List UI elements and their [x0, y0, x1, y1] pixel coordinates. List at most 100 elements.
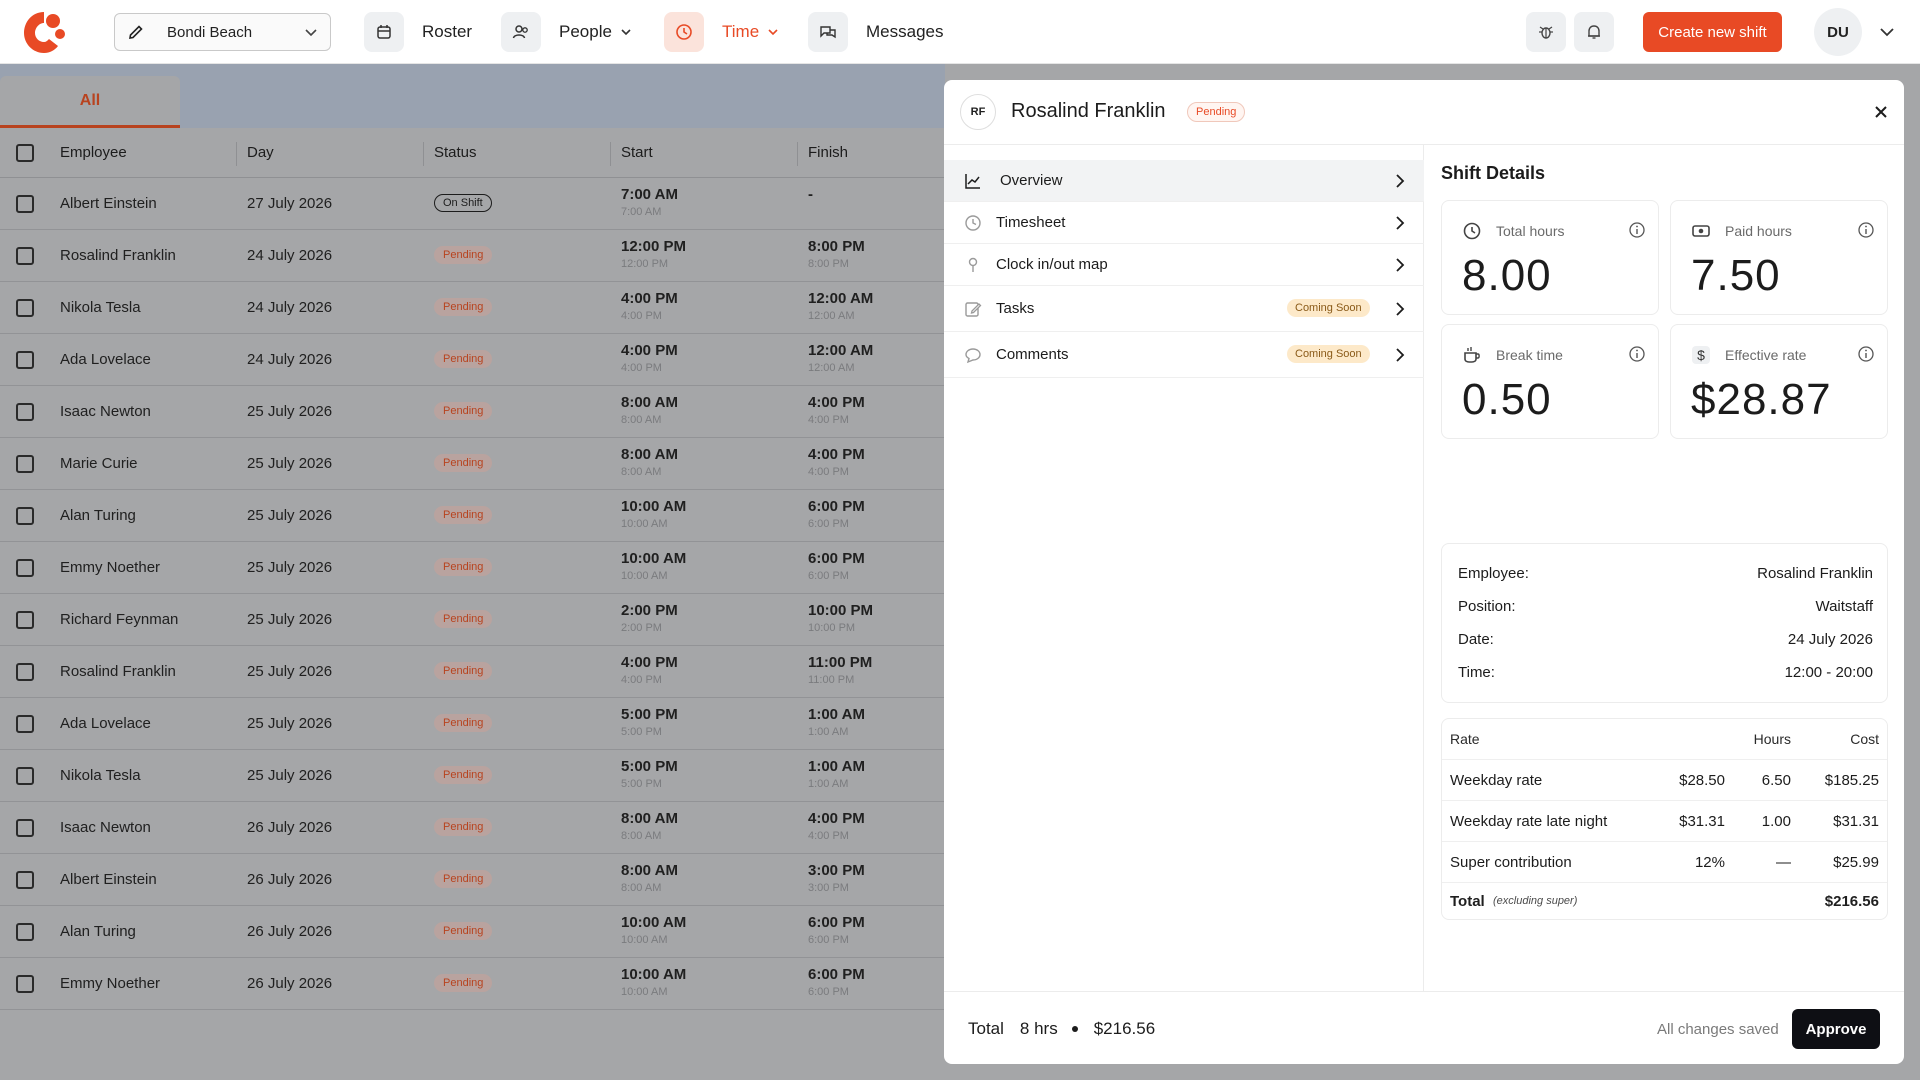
status-cell: Pending: [434, 609, 493, 628]
table-row[interactable]: Alan Turing 25 July 2026 Pending 10:00 AM 10…: [0, 490, 945, 542]
menu-clock-map[interactable]: Clock in/out map: [944, 244, 1424, 286]
start-time-actual: 8:00 AM: [621, 414, 662, 426]
start-time: 10:00 AM: [621, 498, 687, 515]
info-icon[interactable]: [1857, 345, 1875, 363]
column-finish[interactable]: Finish: [808, 144, 848, 161]
start-cell: 4:00 PM 4:00 PM: [621, 654, 678, 686]
table-row[interactable]: Albert Einstein 27 July 2026 On Shift 7:00 …: [0, 178, 945, 230]
location-select[interactable]: Bondi Beach: [114, 13, 331, 51]
app-logo[interactable]: [22, 8, 66, 56]
shift-detail-panel: RF Rosalind Franklin Pending Overview Ti…: [944, 80, 1904, 1064]
menu-tasks[interactable]: Tasks Coming Soon: [944, 286, 1424, 332]
status-badge: Pending: [1187, 102, 1246, 122]
row-checkbox[interactable]: [16, 247, 34, 265]
info-icon[interactable]: [1628, 345, 1646, 363]
info-icon[interactable]: [1857, 221, 1875, 239]
table-row[interactable]: Albert Einstein 26 July 2026 Pending 8:00 A…: [0, 854, 945, 906]
start-time-actual: 12:00 PM: [621, 258, 669, 270]
column-start[interactable]: Start: [621, 144, 653, 161]
footer-hours: 8 hrs: [1019, 1019, 1058, 1038]
notifications-button[interactable]: [1574, 12, 1614, 52]
start-cell: 8:00 AM 8:00 AM: [621, 446, 678, 478]
row-checkbox[interactable]: [16, 403, 34, 421]
chevron-down-icon[interactable]: [1879, 25, 1895, 39]
nav-roster[interactable]: Roster: [364, 11, 472, 53]
menu-timesheet[interactable]: Timesheet: [944, 202, 1424, 244]
menu-overview[interactable]: Overview: [944, 160, 1424, 202]
column-day[interactable]: Day: [247, 144, 274, 161]
table-row[interactable]: Emmy Noether 26 July 2026 Pending 10:00 AM 1…: [0, 958, 945, 1010]
table-row[interactable]: Alan Turing 26 July 2026 Pending 10:00 AM 10…: [0, 906, 945, 958]
row-checkbox[interactable]: [16, 351, 34, 369]
nav-time[interactable]: Time: [664, 11, 779, 53]
table-row[interactable]: Marie Curie 25 July 2026 Pending 8:00 AM 8:0…: [0, 438, 945, 490]
table-row[interactable]: Emmy Noether 25 July 2026 Pending 10:00 AM 1…: [0, 542, 945, 594]
row-checkbox[interactable]: [16, 767, 34, 785]
row-checkbox[interactable]: [16, 299, 34, 317]
bug-report-button[interactable]: [1526, 12, 1566, 52]
row-checkbox[interactable]: [16, 559, 34, 577]
row-checkbox[interactable]: [16, 611, 34, 629]
table-row[interactable]: Rosalind Franklin 25 July 2026 Pending 4:00…: [0, 646, 945, 698]
employee-name: Alan Turing: [60, 923, 136, 940]
select-all-checkbox[interactable]: [16, 144, 34, 162]
start-time: 12:00 PM: [621, 238, 687, 255]
start-time: 10:00 AM: [621, 550, 687, 567]
cost-total-row: Total (excluding super) $216.56: [1442, 883, 1887, 919]
row-checkbox[interactable]: [16, 195, 34, 213]
info-label: Position:: [1458, 598, 1516, 615]
start-time: 10:00 AM: [621, 966, 687, 983]
cost-rate-amount: $28.50: [1679, 772, 1725, 789]
start-cell: 8:00 AM 8:00 AM: [621, 394, 678, 426]
row-checkbox[interactable]: [16, 975, 34, 993]
nav-people[interactable]: People: [501, 11, 632, 53]
row-checkbox[interactable]: [16, 923, 34, 941]
chevron-down-icon: [768, 29, 778, 36]
tab-all[interactable]: All: [0, 76, 180, 128]
table-row[interactable]: Richard Feynman 25 July 2026 Pending 2:00 P…: [0, 594, 945, 646]
table-row[interactable]: Ada Lovelace 25 July 2026 Pending 5:00 PM 5:…: [0, 698, 945, 750]
clock-icon: [1463, 222, 1481, 240]
table-row[interactable]: Ada Lovelace 24 July 2026 Pending 4:00 PM 4:…: [0, 334, 945, 386]
panel-header: RF Rosalind Franklin Pending: [944, 80, 1904, 145]
table-row[interactable]: Isaac Newton 26 July 2026 Pending 8:00 AM 8:…: [0, 802, 945, 854]
info-label: Date:: [1458, 631, 1494, 648]
row-checkbox[interactable]: [16, 819, 34, 837]
menu-comments[interactable]: Comments Coming Soon: [944, 332, 1424, 378]
employee-name: Emmy Noether: [60, 975, 161, 992]
create-new-shift-button[interactable]: Create new shift: [1643, 12, 1782, 52]
coming-soon-badge: Coming Soon: [1287, 345, 1370, 363]
approve-button[interactable]: Approve: [1792, 1009, 1880, 1049]
user-avatar[interactable]: DU: [1814, 8, 1862, 56]
table-row[interactable]: Rosalind Franklin 24 July 2026 Pending 12:0…: [0, 230, 945, 282]
finish-time-actual: 4:00 PM: [808, 466, 849, 478]
employee-name: Marie Curie: [60, 455, 138, 472]
finish-time: 4:00 PM: [808, 394, 865, 411]
separator-dot: [1071, 1026, 1078, 1032]
start-time: 7:00 AM: [621, 186, 678, 203]
table-row[interactable]: Nikola Tesla 25 July 2026 Pending 5:00 PM 5:…: [0, 750, 945, 802]
row-checkbox[interactable]: [16, 871, 34, 889]
finish-cell: 6:00 PM 6:00 PM: [808, 966, 865, 998]
table-row[interactable]: Nikola Tesla 24 July 2026 Pending 4:00 PM 4:…: [0, 282, 945, 334]
status-cell: Pending: [434, 765, 493, 784]
info-icon[interactable]: [1628, 221, 1646, 239]
row-checkbox[interactable]: [16, 715, 34, 733]
status-cell: Pending: [434, 297, 493, 316]
column-employee[interactable]: Employee: [60, 144, 127, 161]
row-checkbox[interactable]: [16, 663, 34, 681]
row-checkbox[interactable]: [16, 455, 34, 473]
start-time: 2:00 PM: [621, 602, 678, 619]
employee-name: Nikola Tesla: [60, 767, 141, 784]
status-badge: Pending: [434, 402, 493, 420]
employee-name: Isaac Newton: [60, 819, 151, 836]
column-status[interactable]: Status: [434, 144, 477, 161]
table-row[interactable]: Isaac Newton 25 July 2026 Pending 8:00 AM 8:…: [0, 386, 945, 438]
close-icon[interactable]: [1870, 101, 1892, 123]
row-checkbox[interactable]: [16, 507, 34, 525]
column-divider: [610, 142, 611, 166]
start-time-actual: 5:00 PM: [621, 778, 662, 790]
nav-messages[interactable]: Messages: [808, 11, 943, 53]
finish-cell: 1:00 AM 1:00 AM: [808, 758, 865, 790]
menu-label: Comments: [996, 346, 1069, 363]
